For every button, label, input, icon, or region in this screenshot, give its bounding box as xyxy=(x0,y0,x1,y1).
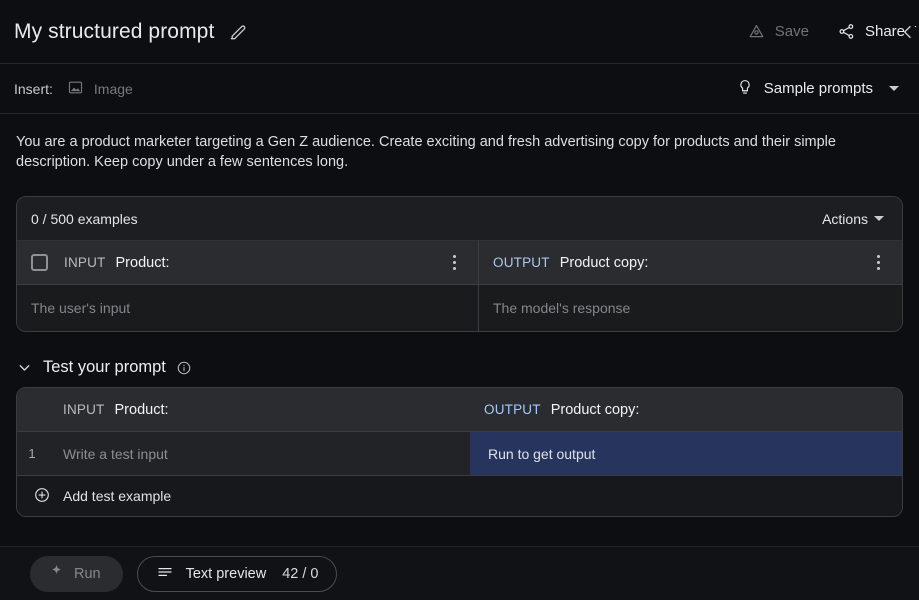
actions-dropdown[interactable]: Actions xyxy=(814,205,892,233)
input-tag: INPUT xyxy=(63,402,105,417)
example-input-cell[interactable]: The user's input xyxy=(17,285,478,331)
run-label: Run xyxy=(74,566,101,582)
lines-icon xyxy=(156,563,174,585)
more-vert-icon[interactable] xyxy=(444,251,464,274)
examples-card: 0 / 500 examples Actions INPUT Product: … xyxy=(16,196,903,332)
output-tag: OUTPUT xyxy=(493,255,550,270)
sample-prompts-label: Sample prompts xyxy=(764,80,873,97)
chevron-down-icon[interactable] xyxy=(16,359,33,376)
token-count: 42 / 0 xyxy=(282,566,318,582)
test-output-placeholder: Run to get output xyxy=(488,446,595,462)
output-tag: OUTPUT xyxy=(484,402,541,417)
examples-count: 0 / 500 examples xyxy=(31,211,138,227)
table-row: 1 Write a test input Run to get output xyxy=(17,432,902,476)
examples-input-column-header: INPUT Product: xyxy=(17,241,478,284)
lightbulb-icon xyxy=(736,78,754,100)
add-test-example-button[interactable]: Add test example xyxy=(17,476,902,516)
select-all-checkbox[interactable] xyxy=(31,254,48,271)
test-header-row: INPUT Product: OUTPUT Product copy: xyxy=(17,388,902,432)
chevron-left-icon[interactable] xyxy=(894,18,919,46)
save-button[interactable]: Save xyxy=(733,14,823,49)
examples-card-header: 0 / 500 examples Actions xyxy=(17,197,902,241)
examples-placeholder-row: The user's input The model's response xyxy=(17,285,902,331)
example-output-placeholder: The model's response xyxy=(493,300,630,316)
insert-image-button[interactable]: Image xyxy=(67,79,133,99)
bottom-toolbar: Run Text preview 42 / 0 xyxy=(0,546,919,600)
test-output-cell[interactable]: Run to get output xyxy=(470,432,902,475)
examples-output-column-header: OUTPUT Product copy: xyxy=(478,241,902,284)
sparkle-icon xyxy=(48,563,65,584)
plus-circle-icon xyxy=(33,486,51,507)
insert-bar: Insert: Image Sample prompts xyxy=(0,64,919,114)
test-input-column-header: INPUT Product: xyxy=(17,388,470,431)
editor-body: You are a product marketer targeting a G… xyxy=(0,114,919,600)
insert-image-label: Image xyxy=(94,81,133,97)
input-field-name: Product: xyxy=(115,402,169,418)
test-input-placeholder: Write a test input xyxy=(63,446,168,462)
top-bar: My structured prompt Save xyxy=(0,0,919,64)
page-title: My structured prompt xyxy=(14,20,214,44)
system-instruction-text[interactable]: You are a product marketer targeting a G… xyxy=(0,114,860,188)
test-input-cell[interactable]: Write a test input xyxy=(47,432,470,475)
example-input-placeholder: The user's input xyxy=(31,300,130,316)
test-section-header[interactable]: Test your prompt xyxy=(16,358,903,377)
input-tag: INPUT xyxy=(64,255,106,270)
prompt-editor-app: My structured prompt Save xyxy=(0,0,919,600)
sample-prompts-dropdown[interactable]: Sample prompts xyxy=(730,72,905,106)
examples-header-row: INPUT Product: OUTPUT Product copy: xyxy=(17,241,902,285)
insert-label: Insert: xyxy=(14,81,53,97)
top-bar-actions: Save Share xyxy=(733,14,919,49)
output-field-name: Product copy: xyxy=(551,402,640,418)
row-number: 1 xyxy=(17,432,47,475)
caret-down-icon xyxy=(874,216,884,221)
run-button[interactable]: Run xyxy=(30,556,123,592)
share-icon xyxy=(837,22,856,41)
title-group: My structured prompt xyxy=(14,20,248,44)
more-vert-icon[interactable] xyxy=(868,251,888,274)
test-card: INPUT Product: OUTPUT Product copy: 1 Wr… xyxy=(16,387,903,517)
caret-down-icon xyxy=(889,86,899,91)
add-test-example-label: Add test example xyxy=(63,488,171,504)
text-preview-button[interactable]: Text preview 42 / 0 xyxy=(137,556,338,592)
input-field-name[interactable]: Product: xyxy=(116,255,170,271)
drive-triangle-icon xyxy=(747,22,766,41)
test-section-title: Test your prompt xyxy=(43,358,166,377)
save-label: Save xyxy=(775,23,809,40)
info-icon[interactable] xyxy=(176,360,192,376)
test-output-column-header: OUTPUT Product copy: xyxy=(470,388,902,431)
example-output-cell[interactable]: The model's response xyxy=(478,285,902,331)
pencil-icon[interactable] xyxy=(228,22,248,42)
actions-label: Actions xyxy=(822,211,868,227)
text-preview-label: Text preview xyxy=(186,566,267,582)
image-icon xyxy=(67,79,84,99)
output-field-name[interactable]: Product copy: xyxy=(560,255,649,271)
